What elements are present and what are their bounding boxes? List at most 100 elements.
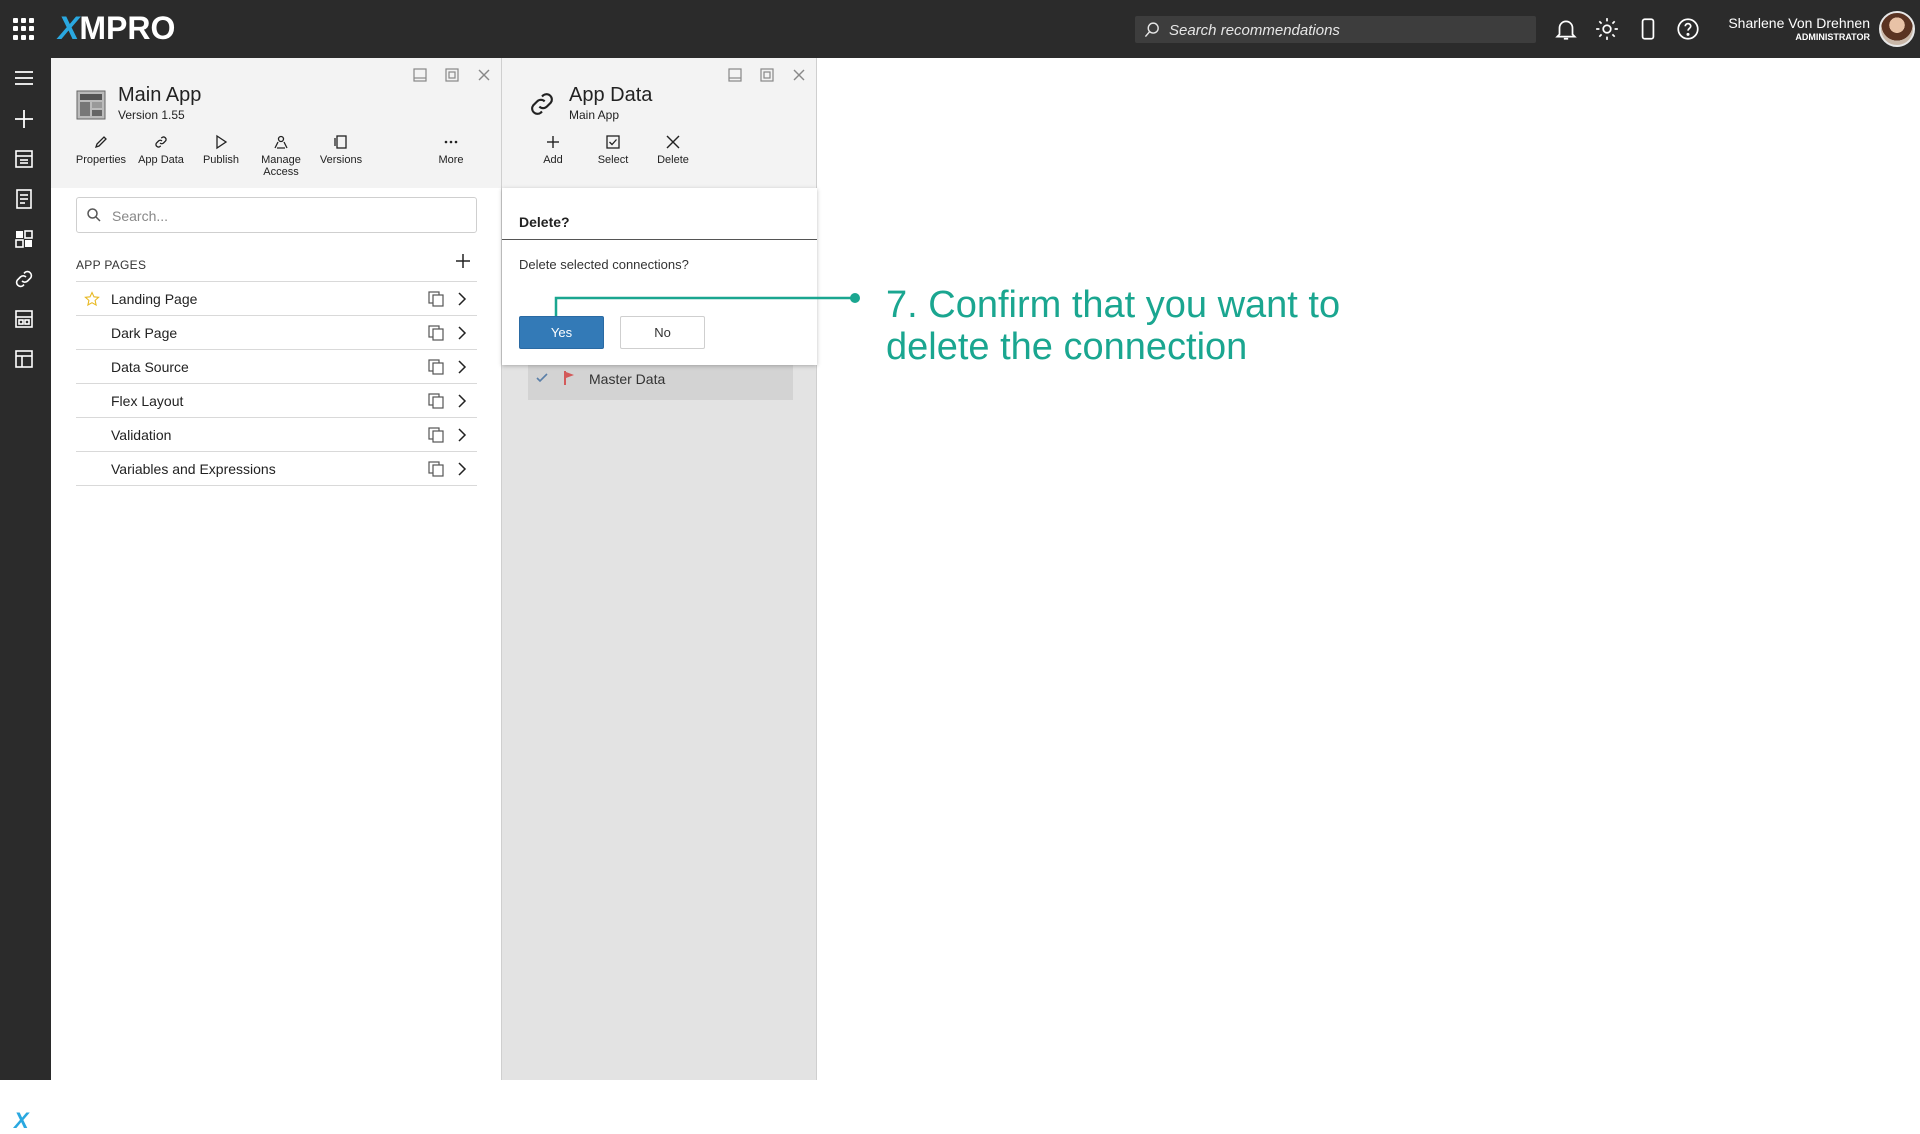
- page-row-landing-page[interactable]: Landing Page: [76, 282, 477, 316]
- chevron-right-icon[interactable]: [454, 426, 470, 444]
- search-icon: [87, 208, 101, 222]
- panel-title: App Data: [569, 84, 653, 106]
- minimize-icon[interactable]: [727, 67, 743, 83]
- play-icon: [216, 134, 228, 150]
- manage-access-label: Manage Access: [261, 154, 301, 178]
- app-pages-list: Landing Page Dark Page Data Source Flex …: [76, 281, 477, 486]
- manage-access-button[interactable]: Manage Access: [251, 134, 311, 178]
- xmpro-logo[interactable]: XMPRO: [58, 10, 175, 47]
- publish-button[interactable]: Publish: [191, 134, 251, 166]
- data-streams-icon[interactable]: [12, 307, 36, 331]
- page-label: Variables and Expressions: [111, 461, 276, 477]
- link-icon[interactable]: [12, 267, 36, 291]
- mobile-icon[interactable]: [1635, 16, 1661, 42]
- help-icon[interactable]: [1675, 16, 1701, 42]
- dashboard-icon[interactable]: [12, 227, 36, 251]
- page-row-dark-page[interactable]: Dark Page: [76, 316, 477, 350]
- pencil-icon: [94, 136, 107, 149]
- page-label: Landing Page: [111, 291, 198, 307]
- pages-search-input[interactable]: Search...: [76, 197, 477, 233]
- delete-confirm-dialog: Delete? Delete selected connections? Yes…: [502, 188, 817, 365]
- settings-panel-icon[interactable]: [12, 347, 36, 371]
- hamburger-menu-icon[interactable]: [12, 66, 36, 90]
- apps-list-icon[interactable]: [12, 147, 36, 171]
- copy-icon[interactable]: [427, 392, 445, 410]
- main-app-panel: Main App Version 1.55 Properties App Dat…: [51, 58, 502, 1080]
- panel-title: Main App: [118, 84, 202, 106]
- app-pages-heading: APP PAGES: [76, 258, 147, 272]
- copy-icon[interactable]: [427, 460, 445, 478]
- close-icon[interactable]: [476, 67, 492, 83]
- page-row-flex-layout[interactable]: Flex Layout: [76, 384, 477, 418]
- bell-icon[interactable]: [1553, 16, 1579, 42]
- page-row-validation[interactable]: Validation: [76, 418, 477, 452]
- instruction-callout: 7. Confirm that you want to delete the c…: [886, 284, 1341, 368]
- recommendations-icon[interactable]: [12, 187, 36, 211]
- panel-subtitle: Version 1.55: [118, 108, 185, 122]
- select-label: Select: [597, 154, 629, 166]
- app-launcher-icon[interactable]: [13, 18, 35, 40]
- add-page-icon[interactable]: [453, 251, 473, 271]
- search-placeholder: Search recommendations: [1169, 22, 1340, 39]
- app-data-label: App Data: [138, 154, 184, 166]
- left-nav-rail: X: [0, 58, 51, 1133]
- link-icon: [155, 136, 167, 148]
- versions-icon: [334, 135, 347, 149]
- top-bar: XMPRO Search recommendations Sharlene Vo…: [0, 0, 1920, 58]
- properties-button[interactable]: Properties: [71, 134, 131, 166]
- dialog-title: Delete?: [519, 214, 570, 230]
- recommendations-search[interactable]: Search recommendations: [1135, 16, 1536, 43]
- xmpro-mark-icon[interactable]: X: [14, 1108, 29, 1134]
- dialog-divider: [502, 239, 817, 240]
- copy-icon[interactable]: [427, 290, 445, 308]
- page-row-variables-and-expressions[interactable]: Variables and Expressions: [76, 452, 477, 486]
- add-button[interactable]: Add: [523, 134, 583, 166]
- avatar[interactable]: [1879, 11, 1915, 47]
- publish-label: Publish: [202, 154, 240, 166]
- chevron-right-icon[interactable]: [454, 460, 470, 478]
- checkmark-icon[interactable]: [535, 371, 549, 385]
- copy-icon[interactable]: [427, 426, 445, 444]
- app-data-button[interactable]: App Data: [131, 134, 191, 166]
- copy-icon[interactable]: [427, 324, 445, 342]
- data-item-label: Master Data: [589, 371, 666, 387]
- add-label: Add: [543, 154, 563, 166]
- user-name[interactable]: Sharlene Von Drehnen: [1728, 15, 1870, 31]
- add-icon[interactable]: [12, 107, 36, 131]
- copy-icon[interactable]: [427, 358, 445, 376]
- delete-label: Delete: [657, 154, 689, 166]
- versions-button[interactable]: Versions: [311, 134, 371, 166]
- chevron-right-icon[interactable]: [454, 324, 470, 342]
- page-label: Flex Layout: [111, 393, 184, 409]
- delete-button[interactable]: Delete: [643, 134, 703, 166]
- window-controls: [727, 67, 807, 83]
- more-icon: [444, 140, 458, 144]
- more-button[interactable]: More: [421, 134, 481, 166]
- close-icon[interactable]: [791, 67, 807, 83]
- page-label: Dark Page: [111, 325, 178, 341]
- page-label: Validation: [111, 427, 172, 443]
- page-label: Data Source: [111, 359, 189, 375]
- page-row-data-source[interactable]: Data Source: [76, 350, 477, 384]
- gear-icon[interactable]: [1594, 16, 1620, 42]
- panel-subtitle: Main App: [569, 108, 620, 122]
- properties-label: Properties: [75, 154, 127, 166]
- maximize-icon[interactable]: [759, 67, 775, 83]
- select-button[interactable]: Select: [583, 134, 643, 166]
- access-icon: [274, 135, 288, 149]
- chevron-right-icon[interactable]: [454, 290, 470, 308]
- link-icon: [531, 93, 553, 115]
- star-icon[interactable]: [84, 291, 100, 307]
- main-app-header: Main App Version 1.55 Properties App Dat…: [51, 58, 501, 188]
- search-icon: [1144, 22, 1159, 38]
- maximize-icon[interactable]: [444, 67, 460, 83]
- dialog-message: Delete selected connections?: [519, 257, 689, 272]
- plus-icon: [547, 136, 559, 148]
- yes-button[interactable]: Yes: [519, 316, 604, 349]
- versions-label: Versions: [319, 154, 363, 166]
- chevron-right-icon[interactable]: [454, 358, 470, 376]
- minimize-icon[interactable]: [412, 67, 428, 83]
- user-role: ADMINISTRATOR: [1795, 32, 1870, 42]
- chevron-right-icon[interactable]: [454, 392, 470, 410]
- no-button[interactable]: No: [620, 316, 705, 349]
